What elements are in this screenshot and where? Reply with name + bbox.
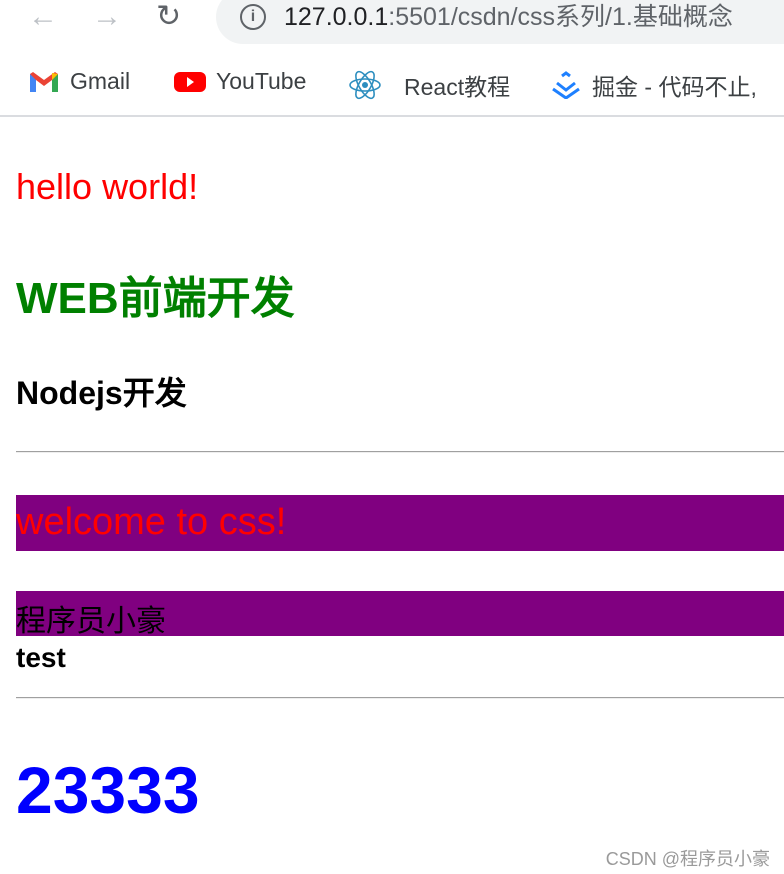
bookmark-react[interactable]: React教程: [348, 68, 510, 102]
browser-toolbar: ← → ↻ i 127.0.0.1:5501/csdn/css系列/1.基础概念…: [0, 0, 784, 117]
bookmark-youtube[interactable]: YouTube: [174, 68, 306, 95]
heading-web: WEB前端开发: [16, 274, 295, 323]
hello-text: hello world!: [16, 166, 199, 207]
info-icon[interactable]: i: [240, 4, 266, 30]
url-text[interactable]: 127.0.0.1:5501/csdn/css系列/1.基础概念: [284, 2, 733, 32]
bookmark-label: YouTube: [216, 68, 307, 94]
gmail-icon: [30, 71, 58, 92]
author-text: 程序员小豪: [16, 605, 166, 638]
back-button[interactable]: ←: [28, 0, 58, 34]
forward-button[interactable]: →: [92, 0, 122, 34]
welcome-text: welcome to css!: [16, 501, 287, 543]
bookmark-label: React教程: [404, 74, 511, 100]
react-icon: [349, 70, 381, 100]
divider: [16, 697, 784, 699]
divider: [16, 451, 784, 453]
bookmark-juejin[interactable]: 掘金 - 代码不止,: [550, 68, 757, 102]
heading-node: Nodejs开发: [16, 375, 187, 411]
juejin-icon: [552, 71, 580, 99]
bookmark-label: Gmail: [70, 68, 131, 94]
watermark: CSDN @程序员小豪: [605, 849, 770, 869]
reload-button[interactable]: ↻: [156, 0, 181, 34]
bookmark-label: 掘金 - 代码不止,: [592, 74, 757, 100]
test-text: test: [16, 642, 66, 673]
number-text: 23333: [16, 753, 200, 827]
bookmark-gmail[interactable]: Gmail: [28, 68, 130, 95]
youtube-icon: [174, 71, 206, 92]
